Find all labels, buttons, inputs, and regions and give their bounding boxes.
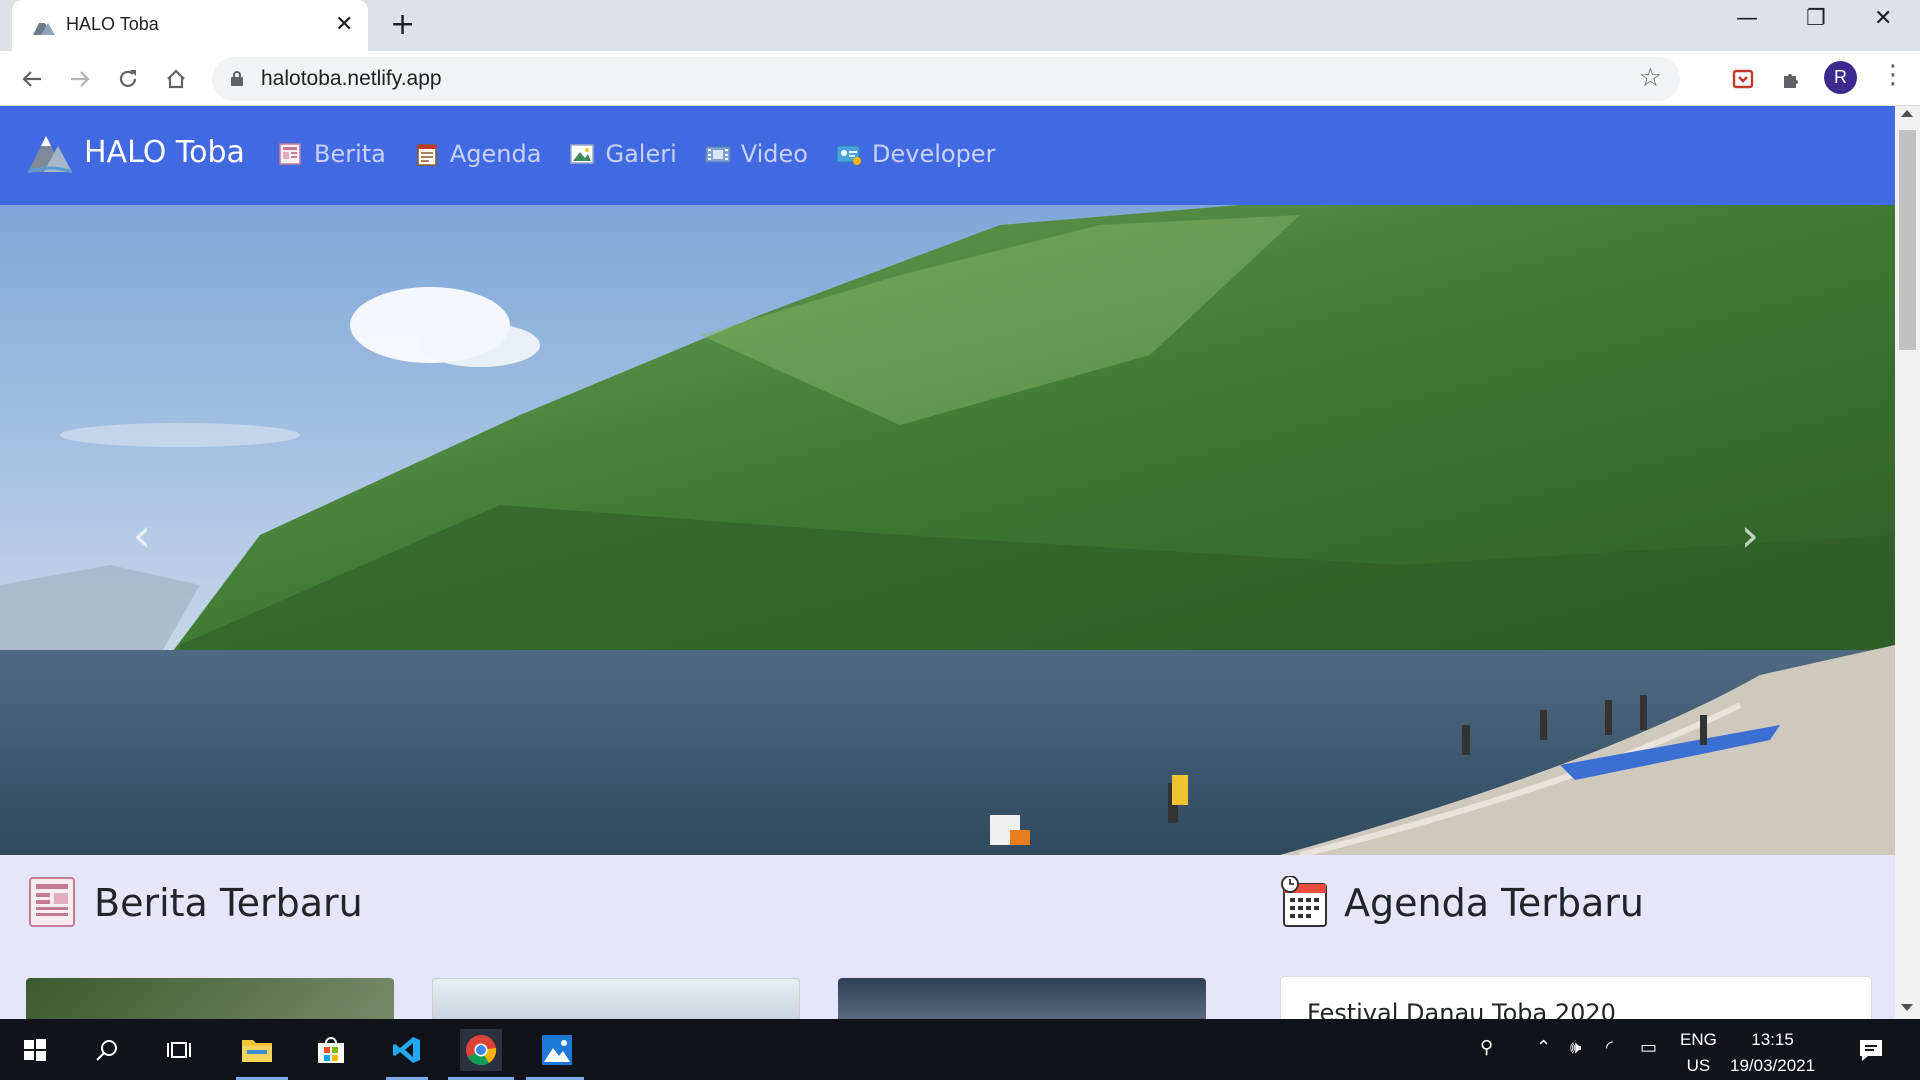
browser-toolbar: halotoba.netlify.app ☆: [0, 51, 1920, 106]
scroll-down-arrow-icon[interactable]: [1901, 1004, 1913, 1011]
reload-icon: [119, 70, 137, 87]
news-section-heading: Berita Terbaru: [26, 876, 363, 930]
chrome-icon: [466, 1035, 497, 1066]
tab-close-icon[interactable]: ✕: [335, 13, 353, 37]
scroll-thumb[interactable]: [1899, 130, 1916, 350]
mountain-icon: [33, 17, 55, 35]
task-view-icon: [167, 1042, 191, 1058]
nav-galeri[interactable]: Galeri: [569, 140, 677, 168]
clock-time: 13:15: [1751, 1030, 1794, 1049]
tab-title: HALO Toba: [66, 14, 159, 34]
agenda-section-title: Agenda Terbaru: [1344, 881, 1644, 925]
browser-menu-icon[interactable]: ⋮: [1880, 60, 1906, 90]
nav-developer-label: Developer: [872, 140, 996, 168]
page-scrollbar[interactable]: [1895, 106, 1920, 1019]
carousel-prev-button[interactable]: ‹: [122, 505, 162, 565]
page-viewport: HALO Toba Berita Agenda Galeri Video Dev…: [0, 106, 1895, 1019]
agenda-card[interactable]: Festival Danau Toba 2020: [1280, 976, 1872, 1019]
news-section-title: Berita Terbaru: [94, 881, 363, 925]
tab-strip: HALO Toba ✕ + — ❐ ✕: [0, 0, 1920, 51]
extensions-button[interactable]: [1774, 62, 1808, 96]
main-menu: Berita Agenda Galeri Video Developer: [278, 140, 1023, 168]
picture-icon: [570, 144, 595, 164]
brand-name: HALO Toba: [84, 134, 245, 170]
language-indicator[interactable]: ENG US: [1680, 1027, 1717, 1079]
windows-logo-icon: [24, 1039, 46, 1061]
brand-link[interactable]: HALO Toba: [26, 130, 245, 174]
keyboard-layout: US: [1686, 1056, 1711, 1075]
windows-taskbar: ⚲ ⌃ 🕪 ◜ ▭ ENG US 13:15 19/03/2021: [0, 1019, 1920, 1080]
close-window-button[interactable]: ✕: [1874, 6, 1892, 31]
nav-developer[interactable]: Developer: [836, 140, 995, 168]
news-card[interactable]: [838, 978, 1206, 1019]
carousel-next-button[interactable]: ›: [1730, 505, 1770, 565]
scroll-up-arrow-icon[interactable]: [1901, 110, 1913, 117]
nav-agenda[interactable]: Agenda: [414, 140, 542, 168]
photos-icon: [542, 1035, 572, 1065]
news-card[interactable]: [26, 978, 394, 1019]
system-clock[interactable]: 13:15 19/03/2021: [1730, 1027, 1815, 1079]
mountain-logo-icon: [27, 136, 73, 174]
nav-agenda-label: Agenda: [449, 140, 542, 168]
home-button[interactable]: [158, 61, 194, 97]
search-button[interactable]: [86, 1029, 128, 1071]
bookmark-star-icon[interactable]: ☆: [1639, 63, 1662, 93]
volume-icon[interactable]: 🕪: [1570, 1037, 1581, 1058]
arrow-left-icon: [22, 71, 41, 87]
nav-berita[interactable]: Berita: [278, 140, 386, 168]
browser-tab[interactable]: HALO Toba ✕: [12, 0, 368, 51]
forward-button[interactable]: [62, 61, 98, 97]
new-tab-button[interactable]: +: [390, 8, 415, 42]
start-button[interactable]: [14, 1029, 56, 1071]
vscode-icon: [393, 1037, 420, 1063]
back-button[interactable]: [14, 61, 50, 97]
agenda-section-heading: Agenda Terbaru: [1280, 876, 1644, 930]
film-icon: [705, 146, 731, 163]
lock-icon: [231, 71, 243, 86]
site-navbar: HALO Toba Berita Agenda Galeri Video Dev…: [0, 106, 1895, 205]
pocket-icon: [1732, 69, 1754, 89]
notification-icon: [1860, 1040, 1882, 1061]
file-explorer-button[interactable]: [236, 1029, 278, 1071]
wifi-icon[interactable]: ◜: [1606, 1037, 1613, 1058]
photos-button[interactable]: [536, 1029, 578, 1071]
newspaper-icon: [29, 877, 75, 927]
notifications-button[interactable]: [1850, 1029, 1892, 1071]
lake-toba-photo: [0, 205, 1895, 855]
chrome-button[interactable]: [460, 1029, 502, 1071]
agenda-item-title: Festival Danau Toba 2020: [1307, 999, 1616, 1019]
pocket-extension-button[interactable]: [1726, 62, 1760, 96]
news-card[interactable]: [432, 978, 800, 1019]
id-card-icon: [836, 145, 861, 165]
nav-berita-label: Berita: [314, 140, 386, 168]
minimize-button[interactable]: —: [1736, 6, 1758, 31]
store-bag-icon: [318, 1037, 344, 1063]
search-icon: [96, 1040, 117, 1061]
task-view-button[interactable]: [158, 1029, 200, 1071]
address-bar[interactable]: halotoba.netlify.app ☆: [212, 57, 1680, 101]
nav-video-label: Video: [740, 140, 808, 168]
profile-avatar[interactable]: R: [1824, 61, 1857, 94]
vscode-button[interactable]: [386, 1029, 428, 1071]
calendar-clock-icon: [1281, 876, 1327, 927]
home-icon: [167, 69, 185, 89]
nav-galeri-label: Galeri: [605, 140, 677, 168]
url-text: halotoba.netlify.app: [261, 67, 442, 90]
newspaper-icon: [279, 143, 301, 165]
arrow-right-icon: [71, 71, 90, 87]
reload-button[interactable]: [110, 61, 146, 97]
restore-button[interactable]: ❐: [1806, 6, 1826, 31]
tray-chevron-icon[interactable]: ⌃: [1536, 1037, 1551, 1058]
battery-icon[interactable]: ▭: [1640, 1037, 1657, 1058]
hero-carousel: ‹ ›: [0, 205, 1895, 855]
folder-icon: [242, 1040, 272, 1062]
store-button[interactable]: [310, 1029, 352, 1071]
nav-video[interactable]: Video: [705, 140, 808, 168]
clock-date: 19/03/2021: [1730, 1056, 1816, 1075]
puzzle-icon: [1784, 74, 1798, 88]
people-icon[interactable]: ⚲: [1480, 1037, 1493, 1058]
language-code: ENG: [1680, 1030, 1717, 1049]
notepad-icon: [417, 144, 437, 166]
